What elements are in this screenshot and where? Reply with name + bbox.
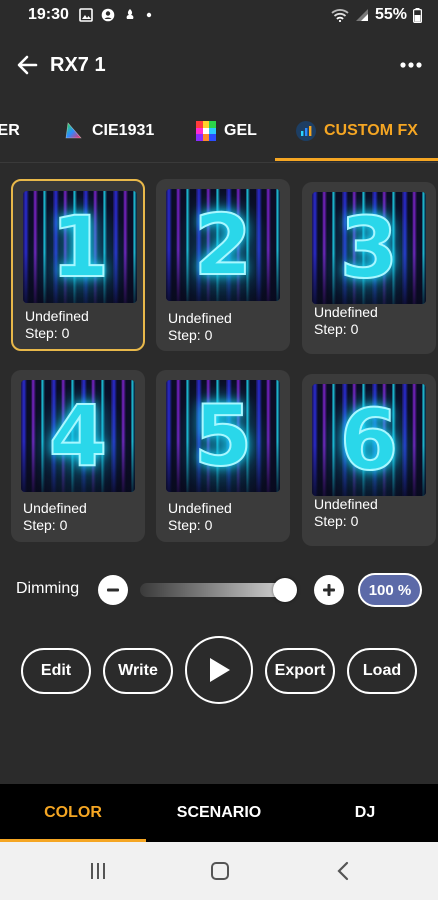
plus-icon [323,584,335,596]
slot-step: Step: 0 [168,517,213,533]
slot-number: 3 [339,198,399,298]
slot-step: Step: 0 [314,513,359,529]
signal-icon [355,9,368,21]
recent-apps-button[interactable] [86,860,110,882]
fx-slot-6[interactable]: 6 Undefined Step: 0 [302,374,436,546]
fx-thumbnail: 5 [166,380,280,492]
tab-cie1931[interactable]: CIE1931 [64,103,154,159]
page-title: RX7 1 [50,53,106,76]
load-button[interactable]: Load [347,648,417,694]
more-horizontal-icon [400,62,422,68]
play-button[interactable] [185,636,253,704]
slot-number: 5 [193,386,253,486]
slot-step: Step: 0 [25,325,70,341]
dimming-label: Dimming [16,580,80,597]
chart-icon [296,121,316,141]
slot-name: Undefined [23,500,87,516]
back-button[interactable] [14,52,40,78]
fx-slot-2[interactable]: 2 Undefined Step: 0 [156,179,290,351]
color-triangle-icon [65,122,82,139]
fx-thumbnail: 1 [23,191,137,303]
fx-slot-4[interactable]: 4 Undefined Step: 0 [11,370,145,542]
bottom-nav: COLOR SCENARIO DJ [0,784,438,842]
dot-icon [146,12,152,18]
dimming-increase-button[interactable] [314,575,344,605]
dimming-slider-thumb[interactable] [273,578,297,602]
edit-button[interactable]: Edit [21,648,91,694]
mode-tabs: KER CIE1931 GEL CUSTOM FX [0,103,438,163]
tab-label: CIE1931 [92,122,155,139]
recent-apps-icon [91,863,105,879]
dimming-percent-badge[interactable]: 100 % [358,573,422,607]
slot-name: Undefined [168,310,232,326]
home-icon [211,862,229,880]
dimming-slider[interactable] [140,578,297,602]
chevron-left-icon [337,861,349,881]
play-icon [210,658,230,682]
fx-slot-1[interactable]: 1 Undefined Step: 0 [11,179,145,351]
dimming-decrease-button[interactable] [98,575,128,605]
system-back-button[interactable] [331,860,355,882]
tab-label: GEL [224,122,257,139]
notification-icon [126,9,134,19]
slot-step: Step: 0 [314,321,359,337]
slot-name: Undefined [314,496,378,512]
system-nav-bar [0,842,438,900]
nav-color[interactable]: COLOR [0,784,146,842]
dimming-row: Dimming 100 % [0,570,438,610]
slot-step: Step: 0 [23,517,68,533]
fx-thumbnail: 4 [21,380,135,492]
slot-number: 2 [193,195,253,295]
slot-name: Undefined [314,304,378,320]
fx-thumbnail: 3 [312,192,426,304]
tab-picker[interactable]: KER [0,103,20,159]
tab-label: KER [0,122,20,139]
active-tab-indicator [275,158,438,161]
slot-number: 6 [339,390,399,490]
tab-label: CUSTOM FX [324,122,418,139]
gallery-icon [79,8,93,22]
nav-dj[interactable]: DJ [292,784,438,842]
slot-step: Step: 0 [168,327,213,343]
tab-gel[interactable]: GEL [196,103,257,159]
write-button[interactable]: Write [103,648,173,694]
account-icon [101,8,115,22]
slot-name: Undefined [168,500,232,516]
minus-icon [107,588,119,592]
export-button[interactable]: Export [265,648,335,694]
nav-scenario[interactable]: SCENARIO [146,784,292,842]
status-bar: 19:30 55% [0,0,438,30]
wifi-icon [331,9,349,22]
tab-custom-fx[interactable]: CUSTOM FX [296,103,418,159]
fx-slot-5[interactable]: 5 Undefined Step: 0 [156,370,290,542]
fx-slot-3[interactable]: 3 Undefined Step: 0 [302,182,436,354]
slot-number: 4 [48,386,108,486]
fx-thumbnail: 6 [312,384,426,496]
slot-name: Undefined [25,308,89,324]
slot-number: 1 [50,197,110,297]
battery-percent: 55% [374,6,407,23]
app-screen: 19:30 55% RX7 1 KER CIE1931 [0,0,438,900]
app-bar: RX7 1 [0,40,438,90]
arrow-left-icon [17,55,38,75]
overflow-menu-button[interactable] [398,52,424,78]
battery-icon [413,7,422,23]
status-time: 19:30 [28,6,69,23]
fx-thumbnail: 2 [166,189,280,301]
home-button[interactable] [208,860,232,882]
color-grid-icon [196,121,216,141]
